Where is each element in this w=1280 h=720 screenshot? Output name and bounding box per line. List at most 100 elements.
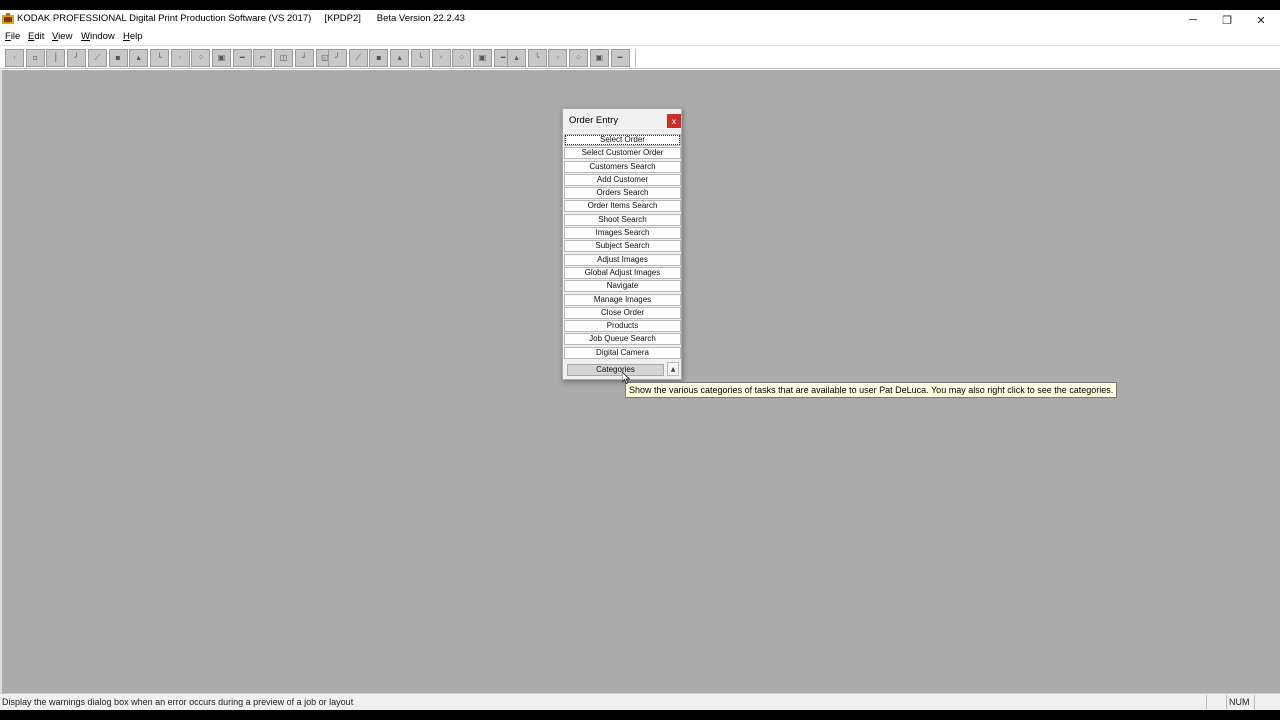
task-button-add-customer[interactable]: Add Customer <box>564 173 681 186</box>
toolbar-button-1-13[interactable]: ⌐ <box>253 49 273 67</box>
toolbar-glyph-icon: ⟋ <box>355 53 361 62</box>
toolbar-button-3-6[interactable]: ━ <box>610 49 630 67</box>
dialog-close-button[interactable]: x <box>667 114 681 128</box>
toolbar-glyph-icon: ━ <box>617 53 623 62</box>
menu-view[interactable]: View <box>52 31 72 42</box>
task-button-global-adjust-images[interactable]: Global Adjust Images <box>564 266 681 279</box>
toolbar-glyph-icon: ╰ <box>534 53 540 62</box>
toolbar-button-1-9[interactable]: ◦ <box>170 49 190 67</box>
toolbar-button-2-5[interactable]: ╰ <box>410 49 430 67</box>
toolbar-button-1-4[interactable]: ╯ <box>67 49 87 67</box>
toolbar-glyph-icon: ╰ <box>156 53 162 62</box>
mouse-cursor-icon <box>622 372 630 384</box>
toolbar-button-2-2[interactable]: ⟋ <box>348 49 368 67</box>
toolbar-glyph-icon: ◦ <box>555 53 561 62</box>
toolbar-glyph-icon: ◫ <box>279 53 288 62</box>
task-button-orders-search[interactable]: Orders Search <box>564 187 681 200</box>
toolbar-button-2-7[interactable]: ⁘ <box>452 49 472 67</box>
toolbar-button-1-2[interactable]: ▫ <box>25 49 45 67</box>
app-icon <box>2 13 14 24</box>
toolbar-button-3-2[interactable]: ╰ <box>527 49 547 67</box>
chevron-up-icon: ▲ <box>670 365 676 373</box>
close-window-button[interactable]: ✕ <box>1244 10 1278 30</box>
task-button-adjust-images[interactable]: Adjust Images <box>564 253 681 266</box>
categories-tooltip: Show the various categories of tasks tha… <box>625 382 1118 398</box>
task-button-customers-search[interactable]: Customers Search <box>564 160 681 173</box>
task-button-images-search[interactable]: Images Search <box>564 227 681 240</box>
toolbar-glyph-icon: ⁘ <box>458 53 466 62</box>
toolbar-button-1-7[interactable]: ▴ <box>129 49 149 67</box>
minimize-icon: ─ <box>1189 14 1197 26</box>
close-icon: ✕ <box>1256 14 1266 27</box>
task-button-order-items-search[interactable]: Order Items Search <box>564 200 681 213</box>
toolbar-glyph-icon: ▴ <box>514 53 519 62</box>
toolbar-glyph-icon: ▪ <box>376 53 382 62</box>
toolbar-glyph-icon: ▴ <box>136 53 141 62</box>
task-button-select-customer-order[interactable]: Select Customer Order <box>564 147 681 160</box>
toolbar-glyph-icon: ▣ <box>217 53 226 62</box>
task-button-job-queue-search[interactable]: Job Queue Search <box>564 333 681 346</box>
menu-window[interactable]: Window <box>81 31 115 42</box>
toolbar-button-2-6[interactable]: ◦ <box>431 49 451 67</box>
task-button-products[interactable]: Products <box>564 320 681 333</box>
toolbar-glyph-icon: ▣ <box>595 53 604 62</box>
toolbar-button-1-10[interactable]: ⁘ <box>191 49 211 67</box>
task-button-list: Select Order Select Customer Order Custome… <box>564 134 681 360</box>
num-lock-indicator: NUM <box>1229 697 1250 707</box>
toolbar-glyph-icon: ┘ <box>301 53 307 62</box>
order-entry-dialog: Order Entry x Select Order Select Custome… <box>562 108 682 380</box>
toolbar-button-1-8[interactable]: ╰ <box>149 49 169 67</box>
toolbar-glyph-icon: ⌐ <box>259 53 267 62</box>
toolbar-glyph-icon: ╯ <box>335 53 340 62</box>
task-button-navigate[interactable]: Navigate <box>564 280 681 293</box>
toolbar-button-1-5[interactable]: ⟋ <box>87 49 107 67</box>
toolbar-glyph-icon: ╯ <box>74 53 79 62</box>
toolbar-glyph-icon: ⁘ <box>575 53 582 62</box>
toolbar-button-3-5[interactable]: ▣ <box>589 49 609 67</box>
toolbar-separator <box>635 49 637 67</box>
toolbar-glyph-icon: ╰ <box>417 53 423 62</box>
menu-help[interactable]: Help <box>123 31 143 42</box>
toolbar-glyph-icon: ▫ <box>32 53 38 62</box>
toolbar-button-3-1[interactable]: ▴ <box>507 49 526 67</box>
toolbar-button-2-1[interactable]: ╯ <box>328 49 347 67</box>
restore-icon: ❐ <box>1222 14 1232 27</box>
toolbar-button-1-14[interactable]: ◫ <box>274 49 294 67</box>
task-button-manage-images[interactable]: Manage Images <box>564 293 681 306</box>
minimize-button[interactable]: ─ <box>1176 10 1210 30</box>
toolbar-glyph-icon: ━ <box>239 53 245 62</box>
toolbar-button-3-3[interactable]: ◦ <box>548 49 568 67</box>
menu-file[interactable]: File <box>5 31 20 42</box>
toolbar: · ▫ │ ╯ ⟋ ▪ ▴ ╰ ◦ ⁘ ▣ ━ ⌐ ◫ ┘ ◱ ╯ ⟋ ▪ ▴ ╰ ◦ ⁘ ▣ ━ ▴ ╰ ◦ ⁘ ▣ ━ <box>0 45 1280 69</box>
close-icon: x <box>671 116 677 126</box>
status-cell-empty-2 <box>1254 695 1280 709</box>
task-button-select-order[interactable]: Select Order <box>564 134 681 146</box>
toolbar-button-1-3[interactable]: │ <box>46 49 66 67</box>
dialog-title: Order Entry <box>569 115 619 126</box>
restore-button[interactable]: ❐ <box>1210 10 1244 30</box>
status-message: Display the warnings dialog box when an … <box>2 697 354 707</box>
toolbar-button-2-3[interactable]: ▪ <box>369 49 389 67</box>
toolbar-button-1-12[interactable]: ━ <box>232 49 252 67</box>
toolbar-glyph-icon: ⁘ <box>197 53 205 62</box>
toolbar-button-1-1[interactable]: · <box>5 49 24 67</box>
task-button-shoot-search[interactable]: Shoot Search <box>564 213 681 226</box>
title-bar: KODAK PROFESSIONAL Digital Print Product… <box>0 10 1280 30</box>
categories-button[interactable]: Categories <box>567 364 664 376</box>
task-button-close-order[interactable]: Close Order <box>564 306 681 319</box>
application-window: KODAK PROFESSIONAL Digital Print Product… <box>0 10 1280 710</box>
toolbar-button-2-4[interactable]: ▴ <box>390 49 410 67</box>
scroll-up-button[interactable]: ▲ <box>667 362 679 376</box>
status-cell-empty <box>1206 695 1226 709</box>
menu-edit[interactable]: Edit <box>28 31 44 42</box>
toolbar-button-2-8[interactable]: ▣ <box>472 49 492 67</box>
toolbar-button-1-11[interactable]: ▣ <box>212 49 231 67</box>
toolbar-button-1-6[interactable]: ▪ <box>108 49 128 67</box>
toolbar-glyph-icon: ⟋ <box>94 53 101 62</box>
toolbar-glyph-icon: ◦ <box>438 53 444 62</box>
toolbar-button-3-4[interactable]: ⁘ <box>569 49 589 67</box>
window-title: KODAK PROFESSIONAL Digital Print Product… <box>17 13 465 24</box>
task-button-digital-camera[interactable]: Digital Camera <box>564 346 681 359</box>
toolbar-button-1-15[interactable]: ┘ <box>294 49 314 67</box>
task-button-subject-search[interactable]: Subject Search <box>564 240 681 253</box>
